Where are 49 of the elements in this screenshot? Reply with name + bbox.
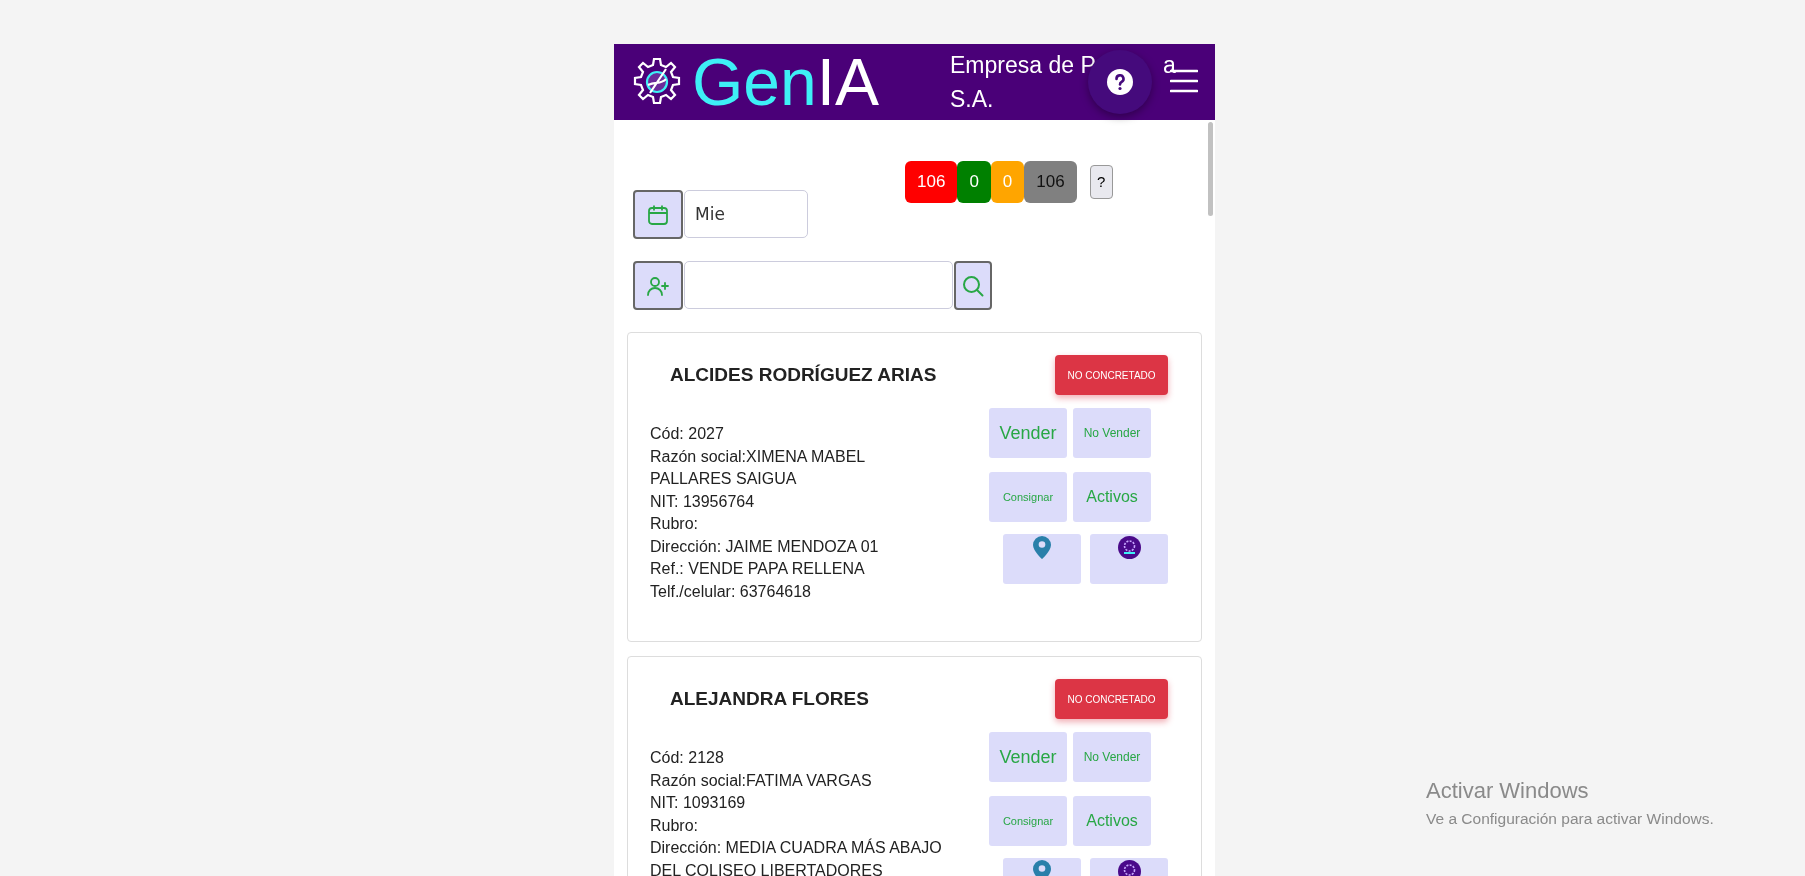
client-name: ALCIDES RODRÍGUEZ ARIAS: [670, 362, 937, 387]
action-button[interactable]: No Vender: [1073, 408, 1151, 458]
company-name: S.A.: [950, 86, 994, 112]
action-button[interactable]: Consignar: [989, 472, 1067, 522]
map-pin-icon: [1033, 536, 1051, 559]
client-detail: Razón social:XIMENA MABEL PALLARES SAIGUA: [650, 446, 866, 489]
add-client-button[interactable]: [633, 261, 683, 310]
client-name: ALEJANDRA FLORES: [670, 686, 869, 711]
calendar-button[interactable]: [633, 190, 683, 239]
client-detail: NIT: 13956764: [650, 491, 756, 512]
count-badge: 0: [957, 161, 991, 203]
help-button[interactable]: ?: [1089, 165, 1113, 199]
action-button[interactable]: No Vender: [1073, 732, 1151, 782]
assistant-button[interactable]: [1090, 534, 1168, 584]
count-badge: 106: [1024, 161, 1077, 203]
day-field[interactable]: Mie: [684, 190, 808, 238]
activation-message: Ve a Configuración para activar Windows.: [1426, 809, 1714, 829]
client-detail: Cód: 2128: [650, 748, 725, 768]
client-detail: Cód: 2027: [650, 424, 725, 444]
count-badge: 106: [905, 161, 958, 203]
help-icon: [1107, 69, 1133, 95]
activation-title: Activar Windows: [1426, 777, 1590, 805]
status-button[interactable]: NO CONCRETADO: [1055, 679, 1168, 719]
client-detail: Telf./celular: 63764618: [650, 581, 812, 602]
search-field[interactable]: [684, 261, 953, 309]
client-detail: Rubro:: [650, 815, 700, 836]
company-name: Empresa de P: [950, 51, 1097, 80]
count-badge: 0: [990, 161, 1025, 203]
logo-wordmark: GenIA: [692, 49, 881, 115]
action-button[interactable]: Consignar: [989, 796, 1067, 846]
map-button[interactable]: [1003, 534, 1081, 584]
search-button[interactable]: [954, 261, 992, 310]
scrollbar-thumb[interactable]: [1208, 122, 1213, 216]
client-detail: NIT: 1093169: [650, 793, 747, 813]
logo-icon: [1117, 536, 1141, 559]
logo-icon: [1117, 860, 1141, 876]
status-button[interactable]: NO CONCRETADO: [1055, 355, 1168, 395]
client-detail: Dirección: MEDIA CUADRA MÁS ABAJO DEL COLISEO LIBERTADORES: [650, 837, 942, 876]
action-button[interactable]: Activos: [1073, 796, 1151, 846]
calendar-icon: [647, 203, 669, 226]
client-detail: Ref.: VENDE PAPA RELLENA: [650, 559, 866, 579]
action-button[interactable]: Vender: [989, 732, 1067, 782]
search-icon: [962, 274, 984, 297]
add-user-icon: [647, 275, 669, 296]
client-detail: Rubro:: [650, 514, 700, 534]
action-button[interactable]: Activos: [1073, 472, 1151, 522]
action-button[interactable]: Vender: [989, 408, 1067, 458]
client-detail: Razón social:FATIMA VARGAS: [650, 770, 873, 791]
client-detail: Dirección: JAIME MENDOZA 01: [650, 536, 880, 557]
